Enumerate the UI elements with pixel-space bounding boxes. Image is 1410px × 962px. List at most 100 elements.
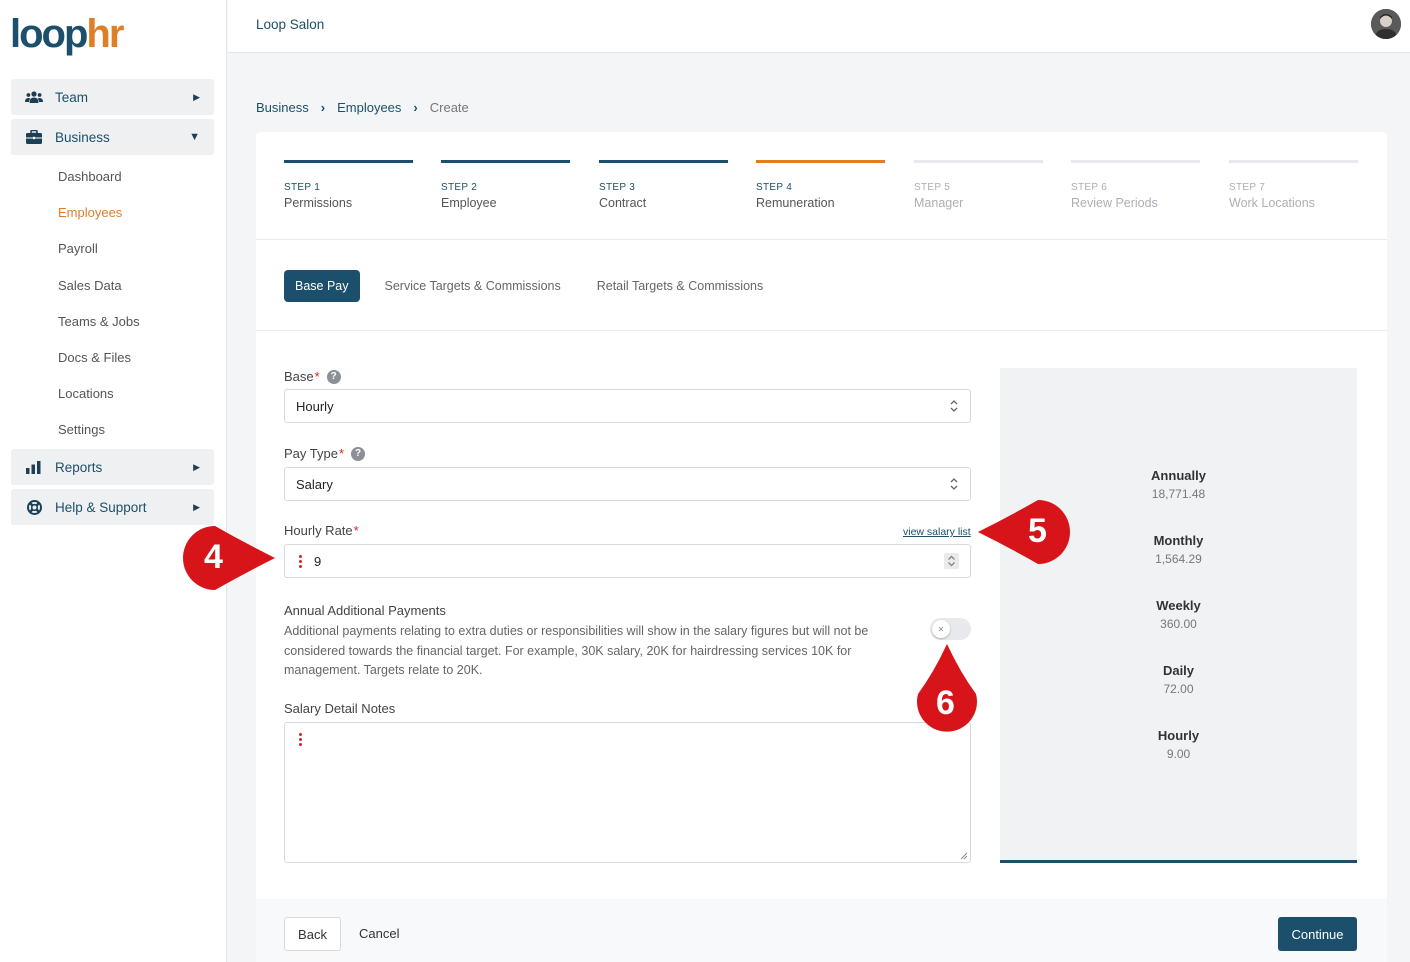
caret-right-icon: ▶	[193, 91, 200, 102]
sidebar-item-dashboard[interactable]: Dashboard	[58, 169, 122, 184]
step-bar	[599, 160, 728, 163]
required-mark: *	[338, 446, 345, 461]
summary-hourly: Hourly 9.00	[1000, 728, 1357, 761]
step-name: Contract	[599, 196, 647, 210]
annual-payments-title: Annual Additional Payments	[284, 603, 446, 618]
life-ring-icon	[23, 499, 45, 515]
breadcrumb: Business › Employees › Create	[256, 100, 469, 115]
back-button[interactable]: Back	[284, 917, 341, 951]
loophr-logo[interactable]: loophr	[10, 12, 124, 56]
step-number: STEP 3	[599, 182, 636, 193]
sidebar-group-label: Team	[55, 89, 89, 105]
tab-service-targets[interactable]: Service Targets & Commissions	[385, 279, 561, 293]
sidebar-group-help-support[interactable]: Help & Support ▶	[11, 489, 214, 525]
bar-chart-icon	[23, 460, 45, 474]
select-chevron-icon	[950, 478, 958, 490]
step-name: Work Locations	[1229, 196, 1315, 210]
tab-retail-targets[interactable]: Retail Targets & Commissions	[597, 279, 764, 293]
pay-type-label: Pay Type * ?	[284, 446, 366, 461]
step-number: STEP 4	[756, 182, 793, 193]
step-bar	[1229, 160, 1358, 163]
summary-label: Daily	[1162, 663, 1195, 678]
help-icon[interactable]: ?	[351, 446, 366, 461]
hourly-rate-input[interactable]: 9	[284, 544, 971, 578]
annual-payments-toggle[interactable]: ✕	[930, 618, 971, 640]
step-bar	[441, 160, 570, 163]
divider	[256, 239, 1387, 240]
base-label: Base * ?	[284, 369, 341, 384]
step-number: STEP 5	[914, 182, 951, 193]
caret-right-icon: ▶	[193, 501, 200, 512]
toggle-off-icon: ✕	[932, 620, 950, 638]
step-employee[interactable]: STEP 2 Employee	[441, 160, 570, 210]
step-manager[interactable]: STEP 5 Manager	[914, 160, 1043, 210]
step-number: STEP 7	[1229, 182, 1266, 193]
required-mark: *	[314, 369, 320, 384]
breadcrumb-employees[interactable]: Employees	[337, 100, 401, 115]
sidebar-item-employees[interactable]: Employees	[58, 205, 122, 220]
continue-button[interactable]: Continue	[1278, 917, 1357, 951]
callout-number: 5	[1028, 512, 1047, 550]
hourly-rate-label-text: Hourly Rate	[284, 523, 353, 538]
sidebar-item-docs-files[interactable]: Docs & Files	[58, 350, 131, 365]
breadcrumb-business[interactable]: Business	[256, 100, 309, 115]
chevron-right-icon: ›	[413, 100, 418, 115]
drag-handle-icon	[299, 554, 302, 568]
view-salary-list-link[interactable]: view salary list	[903, 526, 971, 538]
sidebar-group-label: Reports	[55, 459, 103, 475]
base-select[interactable]: Hourly	[284, 389, 971, 423]
step-work-locations[interactable]: STEP 7 Work Locations	[1229, 160, 1358, 210]
number-stepper-icon[interactable]	[944, 553, 959, 569]
step-review-periods[interactable]: STEP 6 Review Periods	[1071, 160, 1200, 210]
summary-daily: Daily 72.00	[1000, 663, 1357, 696]
cancel-button[interactable]: Cancel	[359, 926, 399, 941]
callout-marker-4: 4	[183, 526, 275, 590]
wizard-footer: Back Cancel Continue	[256, 899, 1387, 962]
step-number: STEP 6	[1071, 182, 1108, 193]
chevron-right-icon: ›	[320, 100, 326, 115]
step-bar	[914, 160, 1043, 163]
sidebar-item-locations[interactable]: Locations	[58, 386, 114, 401]
salary-summary-panel: Annually 18,771.48 Monthly 1,564.29 Week…	[1000, 368, 1357, 863]
users-icon	[23, 90, 45, 104]
topbar: Loop Salon	[228, 0, 1410, 53]
select-chevron-icon	[950, 400, 958, 412]
sidebar-group-label: Business	[55, 129, 110, 145]
pay-type-select-value: Salary	[296, 476, 333, 492]
remuneration-tabs: Base Pay Service Targets & Commissions R…	[284, 270, 763, 302]
step-name: Review Periods	[1071, 196, 1158, 210]
sidebar-group-label: Help & Support	[55, 499, 147, 515]
sidebar-item-teams-jobs[interactable]: Teams & Jobs	[58, 314, 140, 329]
tab-base-pay[interactable]: Base Pay	[284, 270, 360, 302]
step-bar	[756, 160, 885, 163]
pay-type-select[interactable]: Salary	[284, 467, 971, 501]
callout-marker-5: 5	[978, 500, 1070, 564]
required-mark: *	[353, 523, 359, 538]
sidebar-item-settings[interactable]: Settings	[58, 422, 105, 437]
step-permissions[interactable]: STEP 1 Permissions	[284, 160, 413, 210]
annual-payments-description: Additional payments relating to extra du…	[284, 624, 869, 677]
step-bar	[284, 160, 413, 163]
callout-pin-icon	[183, 526, 275, 590]
step-name: Remuneration	[756, 196, 835, 210]
step-number: STEP 1	[284, 182, 321, 193]
wizard-steps: STEP 1 Permissions STEP 2 Employee STEP …	[284, 160, 1359, 220]
sidebar-group-business[interactable]: Business ▼	[11, 119, 214, 155]
base-select-value: Hourly	[296, 398, 334, 414]
resize-handle-icon[interactable]	[958, 850, 968, 860]
sidebar-group-reports[interactable]: Reports ▶	[11, 449, 214, 485]
sidebar-item-payroll[interactable]: Payroll	[58, 241, 98, 256]
step-name: Employee	[441, 196, 497, 210]
salary-notes-textarea[interactable]	[284, 722, 971, 863]
step-remuneration[interactable]: STEP 4 Remuneration	[756, 160, 885, 210]
user-avatar[interactable]	[1371, 9, 1401, 39]
wizard-card: STEP 1 Permissions STEP 2 Employee STEP …	[256, 132, 1387, 962]
help-icon[interactable]: ?	[326, 369, 341, 384]
summary-value: 72.00	[1163, 682, 1194, 696]
sidebar-group-team[interactable]: Team ▶	[11, 79, 214, 115]
step-contract[interactable]: STEP 3 Contract	[599, 160, 728, 210]
step-bar	[1071, 160, 1200, 163]
summary-label: Weekly	[1156, 598, 1201, 613]
sidebar-item-sales-data[interactable]: Sales Data	[58, 278, 122, 293]
summary-value: 18,771.48	[1151, 487, 1206, 501]
